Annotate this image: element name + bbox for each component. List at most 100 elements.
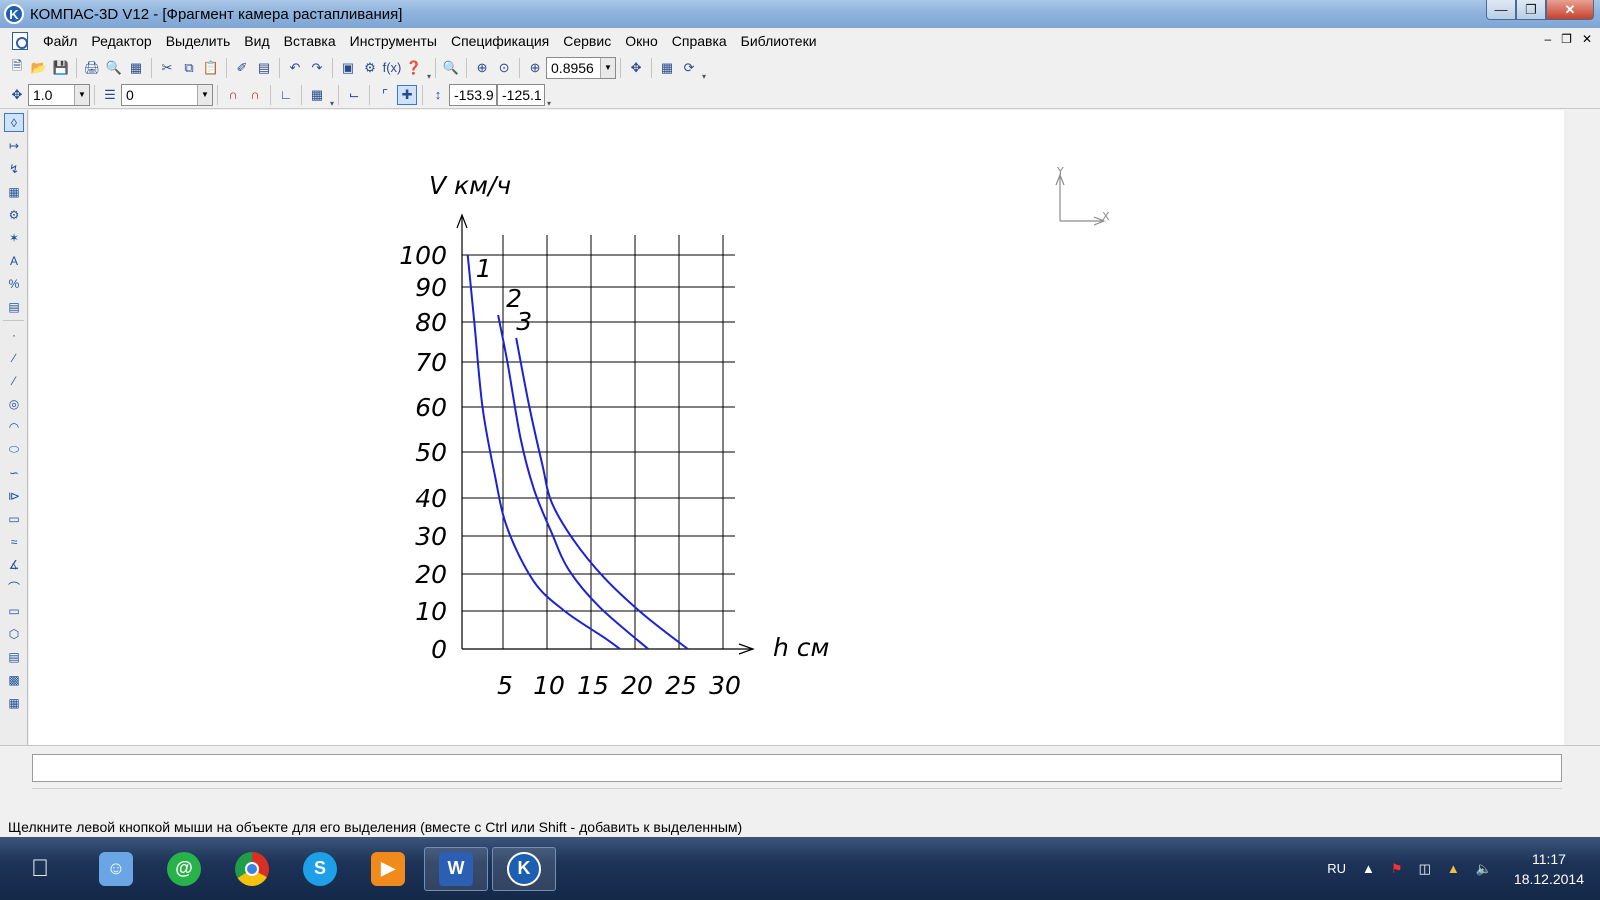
- pan-icon[interactable]: ✥: [626, 58, 646, 78]
- select-tool-icon[interactable]: A: [4, 251, 24, 270]
- fillet-tool-icon[interactable]: ⌒: [4, 578, 24, 597]
- menu-insert[interactable]: Вставка: [277, 33, 343, 49]
- spline-tool-icon[interactable]: ∽: [4, 463, 24, 482]
- grid-dropdown-icon[interactable]: ▾: [330, 99, 334, 108]
- snap-magnet-icon[interactable]: ∩: [223, 85, 243, 105]
- layers-icon[interactable]: ☰: [100, 85, 120, 105]
- local-cs-icon[interactable]: ⌙: [344, 85, 364, 105]
- zoom-all-icon[interactable]: ⊙: [494, 58, 514, 78]
- chevron-down-icon[interactable]: ▼: [600, 57, 616, 78]
- taskbar-word[interactable]: W: [424, 846, 488, 891]
- close-button[interactable]: ✕: [1546, 0, 1594, 20]
- cursor-coords-icon[interactable]: ↕: [428, 85, 448, 105]
- local-snap-icon[interactable]: ∩: [245, 85, 265, 105]
- kompas-app-icon[interactable]: K: [4, 4, 24, 24]
- menu-window[interactable]: Окно: [618, 33, 665, 49]
- zoom-combo[interactable]: 0.8956 ▼: [546, 56, 617, 79]
- properties-icon[interactable]: ▤: [254, 58, 274, 78]
- bezier-tool-icon[interactable]: ≈: [4, 532, 24, 551]
- new-document-icon[interactable]: 🗎: [7, 58, 27, 78]
- toolbar-grip-icon[interactable]: ▾: [702, 72, 706, 81]
- report-tool-icon[interactable]: ▤: [4, 297, 24, 316]
- tray-expand-icon[interactable]: ▲: [1362, 861, 1375, 876]
- taskbar-mail-agent[interactable]: @: [152, 847, 216, 891]
- refresh-view-icon[interactable]: ▦: [657, 58, 677, 78]
- minimize-button[interactable]: —: [1486, 0, 1516, 20]
- designations-tool-icon[interactable]: ↯: [4, 159, 24, 178]
- format-painter-icon[interactable]: ✐: [232, 58, 252, 78]
- zoom-window-icon[interactable]: 🔍: [441, 58, 461, 78]
- network-icon[interactable]: ▲: [1447, 861, 1460, 876]
- fill-tool-icon[interactable]: ▩: [4, 670, 24, 689]
- doc-minimize-icon[interactable]: –: [1544, 32, 1551, 46]
- cut-icon[interactable]: ✂: [157, 58, 177, 78]
- redraw-icon[interactable]: ⟳: [679, 58, 699, 78]
- menu-tools[interactable]: Инструменты: [343, 33, 444, 49]
- document-manager-icon[interactable]: ▦: [126, 58, 146, 78]
- chamfer-tool-icon[interactable]: ∡: [4, 555, 24, 574]
- print-preview-icon[interactable]: 🔍: [104, 58, 124, 78]
- circle-tool-icon[interactable]: ◎: [4, 394, 24, 413]
- power-icon[interactable]: ◫: [1419, 861, 1431, 877]
- parametrization-tool-icon[interactable]: ⚙: [4, 205, 24, 224]
- drawing-svg[interactable]: 10090807060504030201005 10 15 20 25 30V км/чh…: [29, 110, 1564, 745]
- taskbar-kompas[interactable]: K: [492, 846, 556, 891]
- taskbar-media-player[interactable]: ▶: [356, 847, 420, 891]
- doc-close-icon[interactable]: ✕: [1582, 32, 1592, 46]
- manager-icon[interactable]: ▣: [338, 58, 358, 78]
- clock[interactable]: 11:17 18.12.2014: [1514, 849, 1584, 889]
- arc-tool-icon[interactable]: ◠: [4, 417, 24, 436]
- undo-icon[interactable]: ↶: [285, 58, 305, 78]
- ortho-snap-icon[interactable]: ✚: [397, 84, 418, 105]
- zoom-scale-icon[interactable]: ⊕: [525, 58, 545, 78]
- chevron-down-icon[interactable]: ▼: [197, 84, 212, 105]
- libraries-icon[interactable]: ⚙: [360, 58, 380, 78]
- spec-tool-icon[interactable]: %: [4, 274, 24, 293]
- toolbar-grip-icon[interactable]: ▾: [427, 72, 431, 81]
- taskbar-finder[interactable]: ☺: [84, 847, 148, 891]
- restore-button[interactable]: ❐: [1516, 0, 1546, 20]
- redo-icon[interactable]: ↷: [307, 58, 327, 78]
- layer-combo[interactable]: 0 ▼: [121, 83, 213, 106]
- menu-editor[interactable]: Редактор: [84, 33, 158, 49]
- round-mode-icon[interactable]: ⌜: [375, 85, 395, 105]
- chevron-down-icon[interactable]: ▼: [74, 84, 89, 105]
- language-indicator[interactable]: RU: [1327, 861, 1346, 876]
- coord-x-field[interactable]: -153.9: [449, 83, 498, 106]
- cursor-step-icon[interactable]: ✥: [7, 85, 27, 105]
- menu-view[interactable]: Вид: [237, 33, 276, 49]
- drawing-canvas[interactable]: 100 90 80 70 60 50 40 30 20 10 0 5 10 15 20 25 30 V км/ч h…: [29, 110, 1564, 745]
- variables-icon[interactable]: f(x): [382, 58, 402, 78]
- point-tool-icon[interactable]: ·: [4, 325, 24, 344]
- dimensions-tool-icon[interactable]: ↦: [4, 136, 24, 155]
- open-folder-icon[interactable]: 📂: [29, 58, 49, 78]
- hatch-tool-icon[interactable]: ▤: [4, 647, 24, 666]
- contour-tool-icon[interactable]: ▭: [4, 509, 24, 528]
- orthogonal-mode-icon[interactable]: ∟: [276, 85, 296, 105]
- volume-icon[interactable]: 🔈: [1476, 861, 1492, 877]
- document-icon[interactable]: [12, 32, 28, 50]
- zoom-in-icon[interactable]: ⊕: [472, 58, 492, 78]
- step-combo[interactable]: 1.0 ▼: [28, 83, 90, 106]
- collection-tool-icon[interactable]: ▦: [4, 693, 24, 712]
- print-icon[interactable]: 🖨: [82, 58, 102, 78]
- paste-icon[interactable]: 📋: [201, 58, 221, 78]
- toolbar-grip-icon[interactable]: ▾: [547, 99, 551, 108]
- coord-y-field[interactable]: -125.1: [497, 83, 546, 106]
- properties-input[interactable]: [32, 754, 1562, 782]
- polyline-tool-icon[interactable]: ⧐: [4, 486, 24, 505]
- menu-select[interactable]: Выделить: [159, 33, 238, 49]
- measure-tool-icon[interactable]: ✶: [4, 228, 24, 247]
- menu-libraries[interactable]: Библиотеки: [734, 33, 824, 49]
- save-icon[interactable]: 💾: [51, 58, 71, 78]
- menu-help[interactable]: Справка: [665, 33, 734, 49]
- taskbar-skype[interactable]: S: [288, 847, 352, 891]
- rectangle-tool-icon[interactable]: ▭: [4, 601, 24, 620]
- action-center-icon[interactable]: ⚑: [1391, 861, 1403, 877]
- segment-tool-icon[interactable]: ⁄: [4, 371, 24, 390]
- grid-icon[interactable]: ▦: [307, 85, 327, 105]
- menu-file[interactable]: Файл: [36, 33, 84, 49]
- menu-specification[interactable]: Спецификация: [444, 33, 556, 49]
- taskbar-chrome[interactable]: [220, 847, 284, 891]
- copy-icon[interactable]: ⧉: [179, 58, 199, 78]
